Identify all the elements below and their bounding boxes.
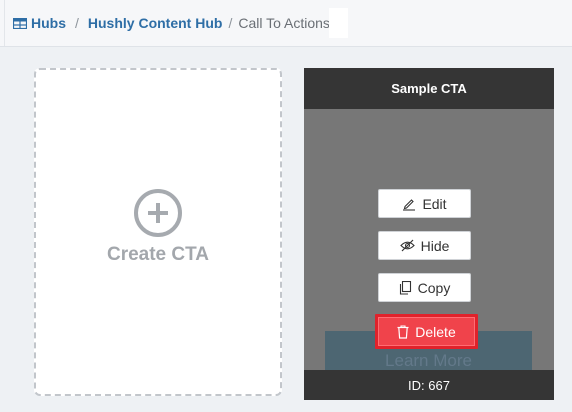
cta-id: ID: 667 xyxy=(304,370,554,400)
breadcrumb-separator: / xyxy=(228,15,233,31)
breadcrumb-current: Call To Actions xyxy=(238,15,330,31)
breadcrumb-hubs-label: Hubs xyxy=(31,15,66,31)
breadcrumb-content-hub[interactable]: Hushly Content Hub xyxy=(88,15,223,31)
cta-card-title: Sample CTA xyxy=(304,68,554,109)
cta-card: Sample CTA Learn More ID: 667 Edit Hide … xyxy=(304,68,554,400)
pencil-icon xyxy=(403,198,416,211)
blank-panel xyxy=(329,8,348,38)
copy-icon xyxy=(399,280,411,295)
hide-label: Hide xyxy=(420,237,450,254)
delete-label: Delete xyxy=(415,323,456,340)
plus-circle-icon xyxy=(134,189,182,237)
top-bar: Hubs / Hushly Content Hub / Call To Acti… xyxy=(0,0,572,47)
breadcrumb-separator: / xyxy=(75,15,79,31)
divider xyxy=(4,0,5,46)
hide-button[interactable]: Hide xyxy=(378,231,471,260)
breadcrumb-hubs[interactable]: Hubs xyxy=(13,15,66,31)
breadcrumb: Hubs / Hushly Content Hub / Call To Acti… xyxy=(13,14,330,32)
create-cta-card[interactable]: Create CTA xyxy=(34,68,282,396)
copy-label: Copy xyxy=(417,279,451,296)
copy-button[interactable]: Copy xyxy=(378,273,471,302)
delete-button[interactable]: Delete xyxy=(375,314,478,349)
edit-label: Edit xyxy=(422,195,447,212)
eye-slash-icon xyxy=(399,239,415,252)
edit-button[interactable]: Edit xyxy=(378,189,471,218)
table-icon xyxy=(13,18,27,29)
create-cta-label: Create CTA xyxy=(106,244,210,265)
trash-icon xyxy=(397,324,409,339)
